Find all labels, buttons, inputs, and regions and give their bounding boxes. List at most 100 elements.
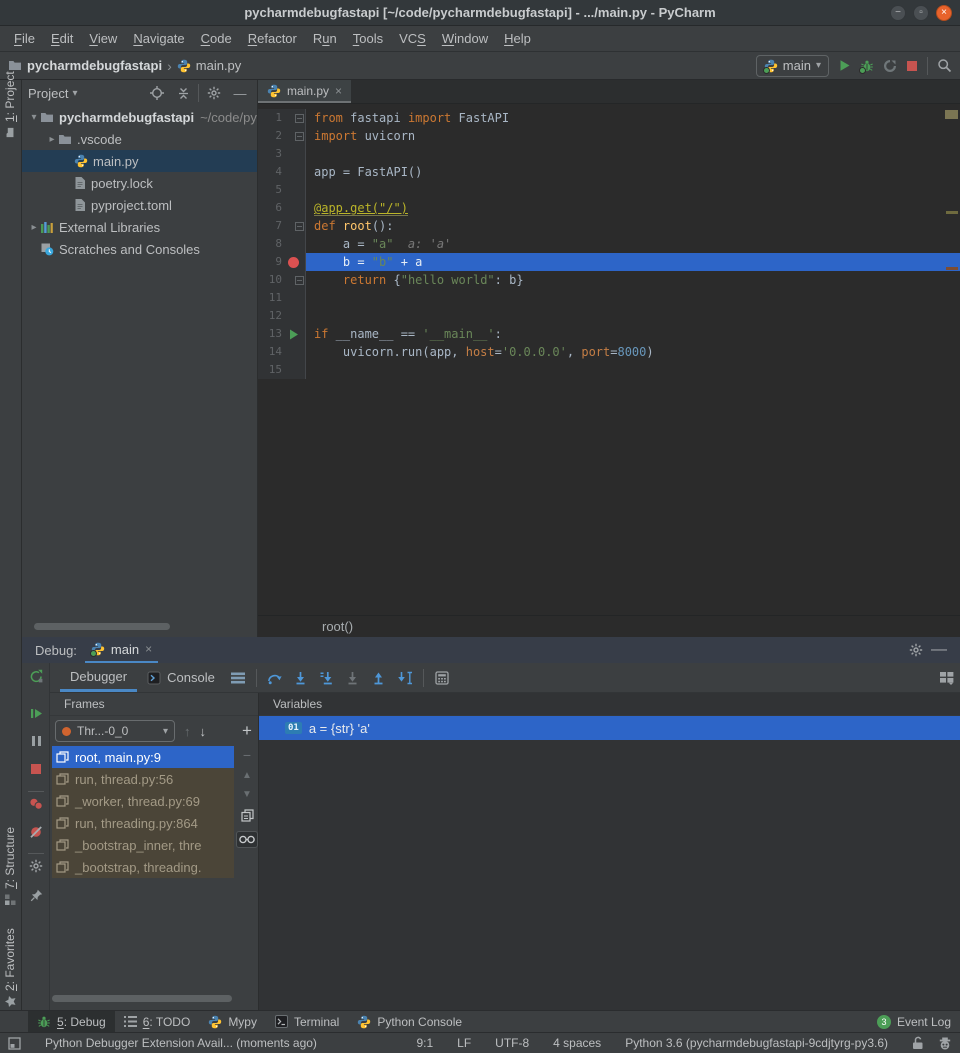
hide-panel-button[interactable]: — — [229, 86, 251, 101]
view-breakpoints-button[interactable] — [22, 797, 50, 811]
tree-item-scratches-and-consoles[interactable]: Scratches and Consoles — [22, 238, 257, 260]
run-to-cursor-button[interactable] — [392, 671, 418, 685]
inspections-icon[interactable] — [938, 1037, 952, 1050]
tab-event-log[interactable]: 3 Event Log — [868, 1011, 960, 1032]
gutter[interactable] — [282, 109, 306, 127]
tree-item-pycharmdebugfastapi[interactable]: ▾pycharmdebugfastapi~/code/pycharmdebugf… — [22, 106, 257, 128]
gutter[interactable] — [282, 181, 306, 199]
code-line-2[interactable]: 2import uvicorn — [258, 127, 960, 145]
code-line-6[interactable]: 6@app.get("/") — [258, 199, 960, 217]
show-watches-icon[interactable] — [236, 831, 258, 848]
frame-row[interactable]: run, threading.py:864 — [52, 812, 234, 834]
gear-icon[interactable] — [203, 86, 225, 100]
menu-edit[interactable]: Edit — [43, 31, 81, 46]
step-over-button[interactable] — [262, 671, 288, 685]
status-item[interactable]: LF — [457, 1036, 471, 1050]
horizontal-scrollbar[interactable] — [34, 623, 170, 630]
status-message[interactable]: Python Debugger Extension Avail... (mome… — [45, 1036, 317, 1050]
gutter[interactable] — [282, 271, 306, 289]
close-icon[interactable]: × — [145, 642, 152, 656]
gutter[interactable] — [282, 217, 306, 235]
tab-main-py[interactable]: main.py × — [258, 80, 351, 103]
tab-debug-session[interactable]: main × — [85, 637, 158, 663]
code-line-7[interactable]: 7def root(): — [258, 217, 960, 235]
pause-button[interactable] — [22, 735, 50, 747]
frame-row[interactable]: run, thread.py:56 — [52, 768, 234, 790]
frame-row[interactable]: root, main.py:9 — [52, 746, 234, 768]
step-out-button[interactable] — [366, 671, 392, 685]
menu-view[interactable]: View — [81, 31, 125, 46]
collapse-all-button[interactable] — [172, 87, 194, 100]
tab-5-debug[interactable]: 5: Debug — [28, 1011, 115, 1032]
move-down-button[interactable]: ▼ — [242, 790, 252, 800]
close-icon[interactable]: × — [335, 84, 342, 98]
variable-row[interactable]: 01a = {str} 'a' — [259, 716, 960, 740]
tab-debugger[interactable]: Debugger — [60, 663, 137, 692]
code-line-12[interactable]: 12 — [258, 307, 960, 325]
close-button[interactable]: × — [936, 5, 952, 21]
code-line-11[interactable]: 11 — [258, 289, 960, 307]
breadcrumb-project[interactable]: pycharmdebugfastapi — [27, 58, 162, 73]
status-item[interactable]: 4 spaces — [553, 1036, 601, 1050]
breakpoint-icon[interactable] — [288, 257, 299, 268]
menu-run[interactable]: Run — [305, 31, 345, 46]
gutter[interactable] — [282, 235, 306, 253]
tab-python-console[interactable]: Python Console — [348, 1011, 471, 1032]
code-line-13[interactable]: 13if __name__ == '__main__': — [258, 325, 960, 343]
stop-button[interactable] — [906, 60, 918, 72]
fold-icon[interactable] — [295, 222, 304, 231]
code-line-14[interactable]: 14 uvicorn.run(app, host='0.0.0.0', port… — [258, 343, 960, 361]
force-step-into-button[interactable] — [340, 671, 366, 685]
frame-down-button[interactable]: ↓ — [200, 724, 207, 739]
breadcrumb-root[interactable]: root() — [322, 619, 353, 634]
gutter[interactable] — [282, 163, 306, 181]
gutter[interactable] — [282, 325, 306, 343]
gutter[interactable] — [282, 145, 306, 163]
scroll-marker[interactable] — [946, 267, 958, 270]
hide-panel-button[interactable]: — — [931, 641, 947, 659]
sidebar-item-structure[interactable]: 7: Structure — [3, 827, 17, 905]
step-into-my-code-button[interactable] — [314, 671, 340, 685]
tree-item-main-py[interactable]: main.py — [22, 150, 257, 172]
run-button[interactable] — [838, 59, 851, 72]
tab-mypy[interactable]: Mypy — [199, 1011, 266, 1032]
coverage-button[interactable] — [883, 59, 897, 73]
code-line-9[interactable]: 9 b = "b" + a — [258, 253, 960, 271]
gear-icon[interactable] — [22, 859, 50, 873]
gutter[interactable] — [282, 199, 306, 217]
locate-file-button[interactable] — [146, 86, 168, 100]
step-into-button[interactable] — [288, 671, 314, 685]
resume-button[interactable] — [22, 707, 50, 720]
menu-file[interactable]: File — [6, 31, 43, 46]
fold-icon[interactable] — [295, 114, 304, 123]
fold-icon[interactable] — [295, 132, 304, 141]
unlock-icon[interactable] — [912, 1036, 924, 1050]
gutter[interactable] — [282, 127, 306, 145]
menu-navigate[interactable]: Navigate — [125, 31, 192, 46]
gutter[interactable] — [282, 289, 306, 307]
search-icon[interactable] — [937, 58, 952, 73]
code-line-3[interactable]: 3 — [258, 145, 960, 163]
horizontal-scrollbar[interactable] — [52, 995, 232, 1002]
stop-button[interactable] — [22, 763, 50, 775]
gutter[interactable] — [282, 307, 306, 325]
tree-arrow-icon[interactable]: ▸ — [28, 222, 40, 233]
menu-code[interactable]: Code — [193, 31, 240, 46]
pin-icon[interactable] — [22, 889, 50, 902]
rerun-button[interactable] — [22, 669, 50, 684]
code-line-4[interactable]: 4app = FastAPI() — [258, 163, 960, 181]
sidebar-item-project[interactable]: 1: Project — [3, 71, 17, 138]
tree-item-poetry-lock[interactable]: poetry.lock — [22, 172, 257, 194]
add-watch-button[interactable]: + — [242, 722, 252, 739]
scroll-marker[interactable] — [945, 110, 958, 119]
tree-item--vscode[interactable]: ▸.vscode — [22, 128, 257, 150]
tree-item-external-libraries[interactable]: ▸External Libraries — [22, 216, 257, 238]
tree-item-pyproject-toml[interactable]: pyproject.toml — [22, 194, 257, 216]
fold-icon[interactable] — [295, 276, 304, 285]
layout-options-icon[interactable] — [225, 672, 251, 684]
menu-tools[interactable]: Tools — [345, 31, 391, 46]
code-line-8[interactable]: 8 a = "a" a: 'a' — [258, 235, 960, 253]
tool-window-toggle-icon[interactable] — [8, 1037, 21, 1050]
project-view-select[interactable]: Project — [28, 86, 68, 101]
mute-breakpoints-button[interactable] — [22, 825, 50, 839]
